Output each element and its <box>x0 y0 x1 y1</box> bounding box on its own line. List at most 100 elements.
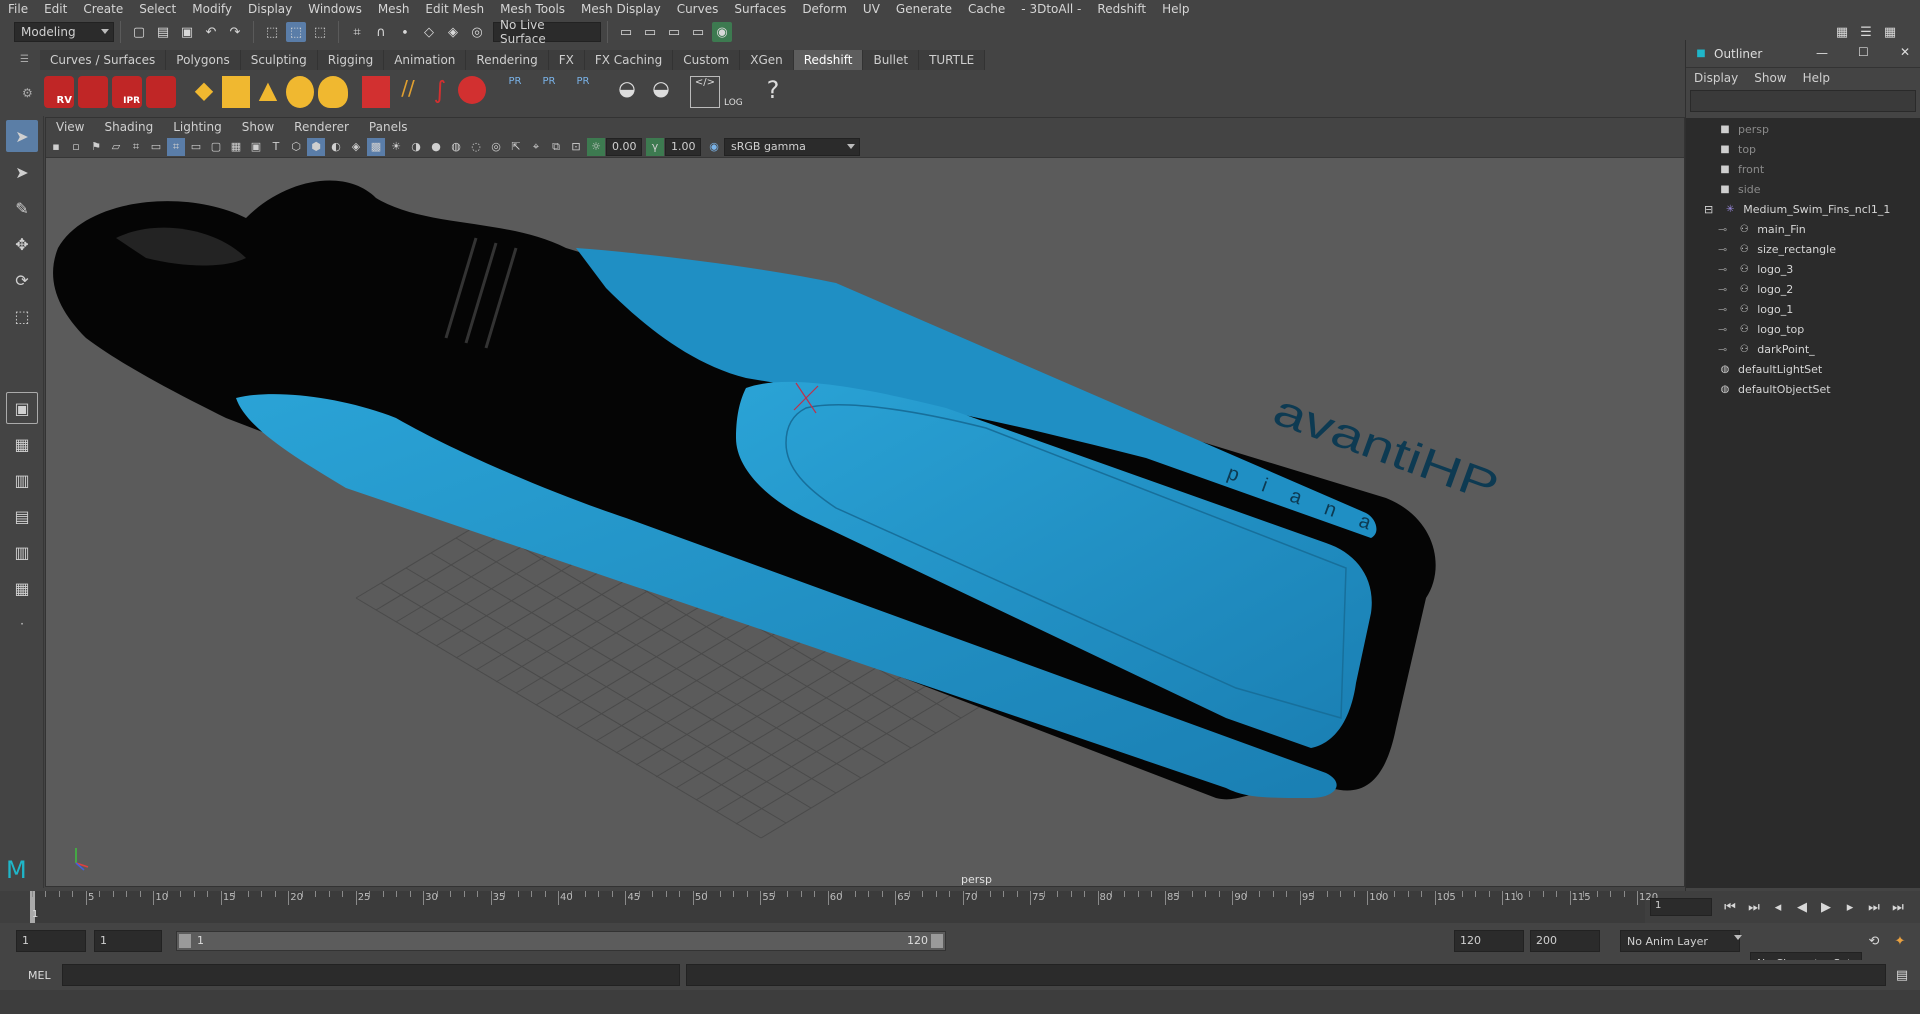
play-backward-icon[interactable]: ◀ <box>1792 897 1812 917</box>
auto-key-icon[interactable]: ⟲ <box>1864 931 1884 951</box>
playback-end-field[interactable]: 120 <box>1454 930 1524 952</box>
rs-material-icon[interactable] <box>458 76 486 104</box>
redo-icon[interactable]: ↷ <box>225 22 245 42</box>
current-frame-field[interactable]: 1 <box>1650 898 1712 916</box>
field-chart-icon[interactable]: ▦ <box>227 138 245 156</box>
time-slider[interactable]: 1 5 10 15 20 25 30 35 40 45 50 55 60 65 70 75 80 85 90 95 1… <box>0 891 1920 923</box>
viewport-panel[interactable]: View Shading Lighting Show Renderer Panels ▪ … <box>45 117 1685 887</box>
paint-select-tool-icon[interactable]: ✎ <box>6 192 38 224</box>
rs-spot-light-icon[interactable]: ▲ <box>254 76 282 108</box>
menu-uv[interactable]: UV <box>855 2 888 16</box>
script-editor-icon[interactable]: ▤ <box>1892 965 1912 985</box>
menu-mesh-display[interactable]: Mesh Display <box>573 2 669 16</box>
menu-redshift[interactable]: Redshift <box>1089 2 1154 16</box>
outliner-item[interactable]: ◍ defaultObjectSet <box>1718 379 1831 399</box>
step-forward-key-icon[interactable]: ⏭ <box>1864 897 1884 917</box>
move-tool-icon[interactable]: ✥ <box>6 228 38 260</box>
outliner-item[interactable]: ⊸ ⚇ logo_3 <box>1718 259 1793 279</box>
smooth-shade-icon[interactable]: ⬢ <box>307 137 325 156</box>
gate-mask-icon[interactable]: ▢ <box>207 138 225 156</box>
outliner-item[interactable]: ⊸ ⚇ size_rectangle <box>1718 239 1836 259</box>
redshift-renderview-button[interactable]: RV <box>44 76 74 108</box>
animation-end-field[interactable]: 200 <box>1530 930 1600 952</box>
shelf-tab-xgen[interactable]: XGen <box>740 50 794 70</box>
shelf-tab-redshift[interactable]: Redshift <box>793 50 864 70</box>
workspace-list-icon[interactable]: ☰ <box>1856 22 1876 42</box>
gamma-field[interactable]: 1.00 <box>665 137 701 156</box>
maximize-icon[interactable]: ☐ <box>1858 45 1869 59</box>
go-to-start-icon[interactable]: ⏮ <box>1720 897 1740 917</box>
redshift-render-button[interactable] <box>78 76 108 108</box>
save-scene-icon[interactable]: ▣ <box>177 22 197 42</box>
scale-tool-icon[interactable]: ⬚ <box>6 300 38 332</box>
persp-graph-icon[interactable]: ▦ <box>6 572 38 604</box>
play-forward-icon[interactable]: ▶ <box>1816 897 1836 917</box>
animation-start-field[interactable]: 1 <box>16 930 86 952</box>
close-icon[interactable]: ✕ <box>1900 45 1910 59</box>
color-management-icon[interactable]: ◉ <box>705 138 723 156</box>
xray-icon[interactable]: ▩ <box>367 137 385 156</box>
image-plane-icon[interactable]: ▱ <box>107 138 125 156</box>
menu-deform[interactable]: Deform <box>794 2 855 16</box>
panel-menu-lighting[interactable]: Lighting <box>163 120 232 134</box>
minimize-icon[interactable]: — <box>1816 46 1828 60</box>
preferences-icon[interactable]: ✦ <box>1890 931 1910 951</box>
grid-toggle-icon[interactable]: ⌗ <box>127 138 145 156</box>
help-icon[interactable]: ? <box>758 76 788 108</box>
safe-action-icon[interactable]: ▣ <box>247 138 265 156</box>
ambient-occlusion-icon[interactable]: ● <box>427 138 445 156</box>
shelf-menu-icon[interactable]: ☰ <box>20 54 32 66</box>
menu-help[interactable]: Help <box>1154 2 1197 16</box>
menu-mesh-tools[interactable]: Mesh Tools <box>492 2 573 16</box>
rs-dome-light-icon[interactable] <box>286 76 314 108</box>
render-settings-icon[interactable]: ▭ <box>616 22 636 42</box>
panel-menu-renderer[interactable]: Renderer <box>284 120 359 134</box>
persp-outliner-icon[interactable]: ▥ <box>6 536 38 568</box>
outliner-menu-show[interactable]: Show <box>1746 71 1794 85</box>
menu-windows[interactable]: Windows <box>300 2 370 16</box>
wireframe-icon[interactable]: ⬡ <box>287 138 305 156</box>
outliner-item[interactable]: ⊟ ✳ Medium_Swim_Fins_ncl1_1 <box>1704 199 1890 219</box>
shelf-tab-bullet[interactable]: Bullet <box>863 50 920 70</box>
menu-mesh[interactable]: Mesh <box>370 2 418 16</box>
shelf-tab-rendering[interactable]: Rendering <box>466 50 549 70</box>
select-tool-icon[interactable]: ➤ <box>6 120 38 152</box>
rs-log-icon[interactable]: LOG <box>724 76 754 108</box>
outliner-item[interactable]: ⊸ ⚇ logo_2 <box>1718 279 1793 299</box>
shadows-icon[interactable]: ◑ <box>407 138 425 156</box>
outliner-item[interactable]: ⊸ ⚇ darkPoint_ <box>1718 339 1815 359</box>
menu-edit[interactable]: Edit <box>36 2 75 16</box>
select-hierarchy-icon[interactable]: ⬚ <box>262 22 282 42</box>
outliner-item[interactable]: ■ side <box>1718 179 1760 199</box>
rotate-tool-icon[interactable]: ⟳ <box>6 264 38 296</box>
mel-input[interactable] <box>62 964 680 986</box>
rs-tea2-icon[interactable]: ◒ <box>646 76 676 108</box>
select-component-icon[interactable]: ⬚ <box>310 22 330 42</box>
outliner-item[interactable]: ◍ defaultLightSet <box>1718 359 1823 379</box>
menu-curves[interactable]: Curves <box>669 2 727 16</box>
outliner-item[interactable]: ■ front <box>1718 159 1764 179</box>
time-ruler[interactable]: 1 5 10 15 20 25 30 35 40 45 50 55 60 65 70 75 80 85 90 95 1… <box>30 891 1658 923</box>
rs-proxy-icon[interactable] <box>362 76 390 108</box>
open-scene-icon[interactable]: ▤ <box>153 22 173 42</box>
safe-title-icon[interactable]: T <box>267 138 285 156</box>
menu-display[interactable]: Display <box>240 2 300 16</box>
shelf-tab-turtle[interactable]: TURTLE <box>919 50 986 70</box>
lasso-tool-icon[interactable]: ➤ <box>6 156 38 188</box>
snap-point-icon[interactable]: ∙ <box>395 22 415 42</box>
rs-hair-icon[interactable]: // <box>394 76 422 108</box>
menu-file[interactable]: File <box>0 2 36 16</box>
snap-curve-icon[interactable]: ∩ <box>371 22 391 42</box>
pr-button-2[interactable]: PR <box>534 76 564 108</box>
undo-icon[interactable]: ↶ <box>201 22 221 42</box>
menu-surfaces[interactable]: Surfaces <box>726 2 794 16</box>
anim-layer-arrow-icon[interactable] <box>1734 935 1742 940</box>
shelf-tab-animation[interactable]: Animation <box>384 50 467 70</box>
ipr-render-icon[interactable]: ▭ <box>664 22 684 42</box>
swim-fin-model[interactable]: p i a n a avantiHP <box>53 180 1505 800</box>
rs-light-icon[interactable]: ◆ <box>190 76 218 108</box>
textured-icon[interactable]: ◈ <box>347 138 365 156</box>
playback-start-field[interactable]: 1 <box>94 930 162 952</box>
film-gate-icon[interactable]: ▭ <box>147 138 165 156</box>
shelf-gear-icon[interactable]: ⚙ <box>22 86 33 100</box>
